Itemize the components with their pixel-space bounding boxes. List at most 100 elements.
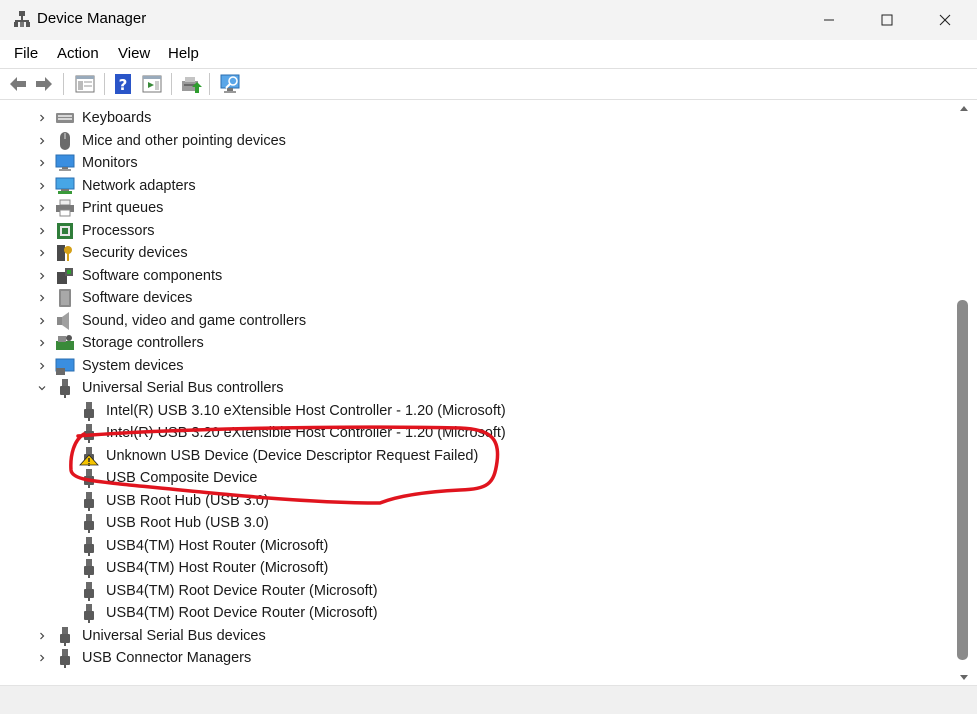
toolbar: ? — [0, 68, 977, 100]
tree-category-row[interactable]: Universal Serial Bus controllers — [4, 377, 944, 399]
chevron-right-icon[interactable] — [37, 316, 47, 326]
tree-category-row[interactable]: Sound, video and game controllers — [4, 310, 944, 332]
tree-item-label: System devices — [82, 357, 184, 374]
tree-category-row[interactable]: Software components — [4, 265, 944, 287]
usb-plug-icon — [84, 401, 94, 421]
tree-device-row[interactable]: USB4(TM) Host Router (Microsoft) — [4, 535, 944, 557]
tree-item-label: Universal Serial Bus controllers — [82, 380, 284, 396]
tree-category-row[interactable]: USB Connector Managers — [4, 647, 944, 669]
device-manager-app-icon — [14, 11, 30, 27]
storage-controller-icon — [56, 335, 74, 350]
usb-plug-icon — [60, 379, 70, 398]
tree-category-row[interactable]: Monitors — [4, 152, 944, 174]
minimize-button[interactable] — [800, 0, 858, 40]
tree-category-row[interactable]: Storage controllers — [4, 332, 944, 354]
tree-item-label: Keyboards — [82, 110, 152, 126]
tree-category-row[interactable]: Universal Serial Bus devices — [4, 625, 944, 647]
tree-category-row[interactable]: Processors — [4, 220, 944, 242]
tree-item-label: USB4(TM) Root Device Router (Microsoft) — [106, 582, 378, 599]
tree-device-row[interactable]: Intel(R) USB 3.10 eXtensible Host Contro… — [4, 400, 944, 422]
tree-item-label: USB4(TM) Host Router (Microsoft) — [106, 560, 329, 576]
toolbar-separator — [104, 73, 105, 95]
tree-item-label: Software components — [82, 267, 223, 284]
title-bar[interactable]: Device Manager — [0, 0, 977, 40]
tree-category-row[interactable]: Mice and other pointing devices — [4, 130, 944, 152]
tree-category-row[interactable]: Print queues — [4, 197, 944, 219]
tree-device-row[interactable]: USB Root Hub (USB 3.0) — [4, 490, 944, 512]
chevron-down-icon[interactable] — [37, 383, 47, 393]
scroll-up-arrow-icon[interactable] — [959, 104, 969, 112]
update-driver-icon[interactable] — [180, 73, 202, 95]
svg-text:?: ? — [119, 76, 128, 94]
tree-item-label: USB Root Hub (USB 3.0) — [106, 492, 269, 509]
chevron-right-icon[interactable] — [37, 361, 47, 371]
menu-file[interactable]: File — [14, 45, 38, 62]
forward-arrow-icon[interactable] — [33, 73, 55, 95]
tree-device-row[interactable]: USB4(TM) Root Device Router (Microsoft) — [4, 602, 944, 624]
monitor-icon — [55, 154, 75, 171]
software-device-icon — [59, 289, 71, 307]
tree-item-label: Unknown USB Device (Device Descriptor Re… — [106, 447, 479, 464]
scrollbar-thumb[interactable] — [957, 300, 968, 660]
menu-help[interactable]: Help — [168, 45, 199, 62]
speaker-icon — [57, 311, 69, 330]
help-icon[interactable]: ? — [113, 73, 135, 95]
tree-item-label: USB4(TM) Root Device Router (Microsoft) — [106, 605, 378, 621]
maximize-icon — [881, 14, 893, 26]
status-bar — [0, 685, 977, 714]
chevron-right-icon[interactable] — [37, 631, 47, 641]
tree-category-row[interactable]: Security devices — [4, 242, 944, 264]
maximize-button[interactable] — [858, 0, 916, 40]
usb-plug-icon — [84, 604, 94, 623]
tree-category-row[interactable]: Network adapters — [4, 175, 944, 197]
tree-device-row[interactable]: USB Composite Device — [4, 467, 944, 489]
window-title: Device Manager — [37, 10, 147, 27]
toolbar-separator — [209, 73, 210, 95]
usb-plug-icon — [60, 649, 70, 668]
tree-item-label: Sound, video and game controllers — [82, 312, 307, 329]
chevron-right-icon[interactable] — [37, 203, 47, 213]
properties-grid-icon[interactable] — [74, 73, 96, 95]
tree-category-row[interactable]: Keyboards — [4, 107, 944, 129]
tree-item-label: Processors — [82, 222, 155, 239]
toolbar-separator — [63, 73, 64, 95]
keyboard-icon — [56, 113, 74, 123]
chevron-right-icon[interactable] — [37, 653, 47, 663]
usb-plug-icon — [84, 514, 94, 533]
tree-category-row[interactable]: Software devices — [4, 287, 944, 309]
chevron-right-icon[interactable] — [37, 248, 47, 258]
action-pane-icon[interactable] — [141, 73, 163, 95]
usb-plug-icon — [84, 559, 94, 578]
tree-device-row[interactable]: USB4(TM) Root Device Router (Microsoft) — [4, 580, 944, 602]
menu-action[interactable]: Action — [57, 45, 99, 62]
chevron-right-icon[interactable] — [37, 226, 47, 236]
usb-plug-icon — [84, 581, 94, 601]
tree-item-label: Mice and other pointing devices — [82, 132, 286, 149]
chevron-right-icon[interactable] — [37, 293, 47, 303]
menu-view[interactable]: View — [118, 45, 150, 62]
chevron-right-icon[interactable] — [37, 158, 47, 168]
tree-item-label: Universal Serial Bus devices — [82, 627, 266, 644]
chevron-right-icon[interactable] — [37, 136, 47, 146]
mouse-icon — [60, 131, 70, 150]
scroll-down-arrow-icon[interactable] — [959, 674, 969, 682]
tree-device-row[interactable]: USB4(TM) Host Router (Microsoft) — [4, 557, 944, 579]
warning-usb-icon — [79, 446, 99, 466]
minimize-icon — [824, 19, 834, 21]
chevron-right-icon[interactable] — [37, 181, 47, 191]
device-tree[interactable]: Keyboards Mice and other pointing devices… — [4, 100, 953, 685]
tree-device-row[interactable]: Intel(R) USB 3.20 eXtensible Host Contro… — [4, 422, 944, 444]
close-button[interactable] — [916, 0, 974, 40]
tree-device-row[interactable]: Unknown USB Device (Device Descriptor Re… — [4, 445, 944, 467]
chevron-right-icon[interactable] — [37, 271, 47, 281]
tree-category-row[interactable]: System devices — [4, 355, 944, 377]
chevron-right-icon[interactable] — [37, 338, 47, 348]
tree-item-label: USB Connector Managers — [82, 650, 252, 666]
tree-device-row[interactable]: USB Root Hub (USB 3.0) — [4, 512, 944, 534]
chevron-right-icon[interactable] — [37, 113, 47, 123]
tree-item-label: Intel(R) USB 3.10 eXtensible Host Contro… — [106, 402, 506, 419]
scan-hardware-icon[interactable] — [219, 73, 241, 95]
tree-item-label: Network adapters — [82, 177, 196, 194]
back-arrow-icon[interactable] — [7, 73, 29, 95]
usb-plug-icon — [84, 424, 94, 443]
